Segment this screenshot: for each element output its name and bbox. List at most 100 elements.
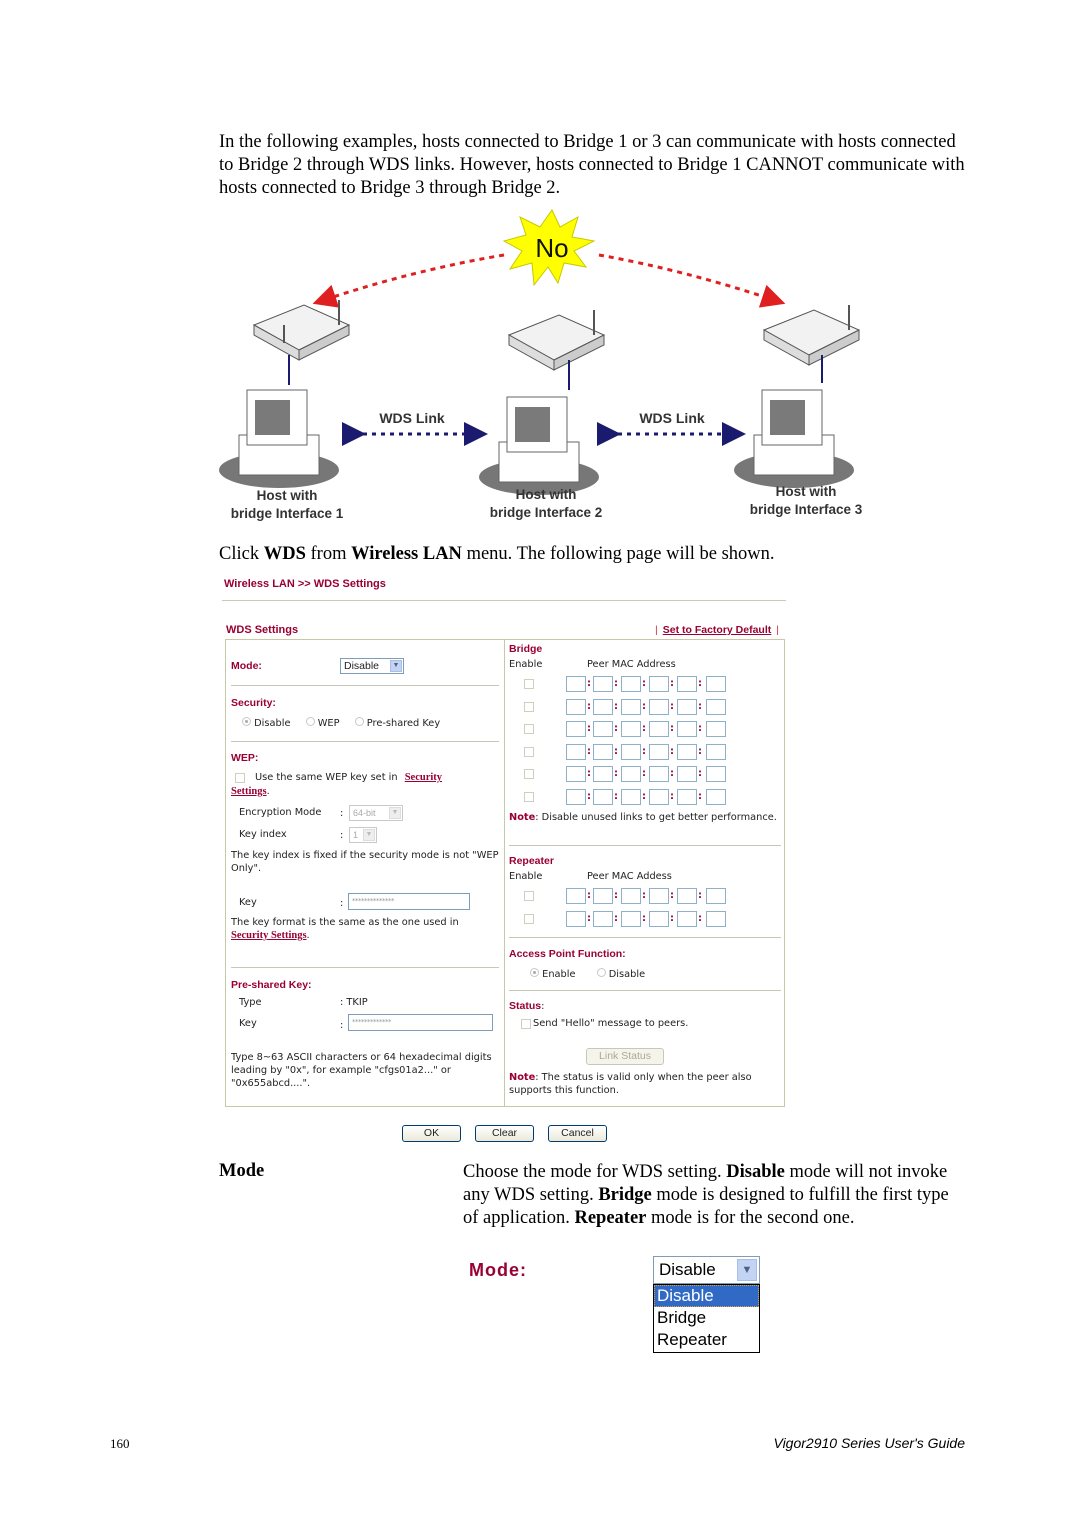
bridge-mac-header: Peer MAC Address [587, 659, 676, 670]
ap-radio-enable[interactable] [530, 968, 539, 977]
bridge-mac-octet-input[interactable] [677, 676, 697, 692]
bridge-mac-octet-input[interactable] [621, 676, 641, 692]
host-pc-icon-3 [734, 389, 854, 488]
bridge-mac-octet-input[interactable] [677, 721, 697, 737]
bridge-mac-octet-input[interactable] [566, 743, 586, 760]
key-index-label: Key index [239, 829, 287, 840]
security-options: Disable WEP Pre-shared Key [242, 717, 440, 729]
repeater-mac-octet-input[interactable] [593, 910, 613, 927]
repeater-mac-octet-input[interactable] [566, 888, 586, 904]
mac-separator: : [587, 745, 591, 757]
set-factory-default-link[interactable]: Set to Factory Default [663, 624, 772, 636]
bridge-mac-octet-input[interactable] [706, 698, 726, 715]
ok-button[interactable]: OK [402, 1125, 461, 1142]
bridge-mac-octet-input[interactable] [566, 676, 586, 692]
mode-option-repeater[interactable]: Repeater [654, 1329, 759, 1351]
security-settings-link[interactable]: Settings [231, 786, 267, 797]
link-status-button[interactable]: Link Status [586, 1048, 664, 1065]
mode-option-bridge[interactable]: Bridge [654, 1307, 759, 1329]
repeater-mac-octet-input[interactable] [677, 910, 697, 927]
bridge-mac-octet-input[interactable] [677, 788, 697, 805]
host3-label-line1: Host with [776, 484, 837, 499]
bridge-mac-octet-input[interactable] [706, 788, 726, 805]
bridge-mac-octet-input[interactable] [593, 721, 613, 737]
bridge-mac-octet-input[interactable] [566, 721, 586, 737]
bridge-mac-octet-input[interactable] [621, 766, 641, 782]
send-hello-text: Send "Hello" message to peers. [533, 1018, 689, 1029]
bridge-mac-octet-input[interactable] [649, 788, 669, 805]
bridge-mac-octet-input[interactable] [706, 766, 726, 782]
bridge-enable-checkbox[interactable] [524, 724, 534, 734]
security-label: Security: [231, 697, 276, 709]
security-radio-disable[interactable] [242, 717, 251, 726]
repeater-enable-checkbox[interactable] [524, 913, 534, 924]
bridge-mac-octet-input[interactable] [621, 743, 641, 760]
repeater-mac-octet-input[interactable] [593, 888, 613, 904]
repeater-mac-octet-input[interactable] [566, 910, 586, 927]
bridge-mac-octet-input[interactable] [566, 698, 586, 715]
bridge-mac-octet-input[interactable] [593, 766, 613, 782]
mac-separator: : [642, 745, 646, 757]
mac-separator: : [642, 912, 646, 924]
bridge-mac-octet-input[interactable] [649, 743, 669, 760]
mode-dropdown-select[interactable]: Disable ▼ [653, 1256, 760, 1284]
radio-label: Enable [542, 969, 576, 980]
repeater-mac-octet-input[interactable] [621, 888, 641, 904]
ap-radio-disable[interactable] [596, 968, 606, 977]
key-format-note: The key format is the same as the one us… [231, 917, 459, 928]
wep-key-input[interactable]: ************** [348, 893, 470, 910]
bridge-mac-octet-input[interactable] [649, 721, 669, 737]
bridge-mac-octet-input[interactable] [706, 721, 726, 737]
repeater-mac-octet-input[interactable] [706, 910, 726, 927]
bridge-mac-octet-input[interactable] [649, 676, 669, 692]
bridge-mac-octet-input[interactable] [677, 698, 697, 715]
security-radio-psk[interactable] [354, 717, 364, 726]
repeater-enable-checkbox[interactable] [524, 891, 534, 901]
separator: | [776, 624, 779, 636]
bridge-mac-octet-input[interactable] [706, 676, 726, 692]
bridge-mac-octet-input[interactable] [649, 698, 669, 715]
bridge-mac-octet-input[interactable] [566, 766, 586, 782]
bridge-mac-octet-input[interactable] [706, 743, 726, 760]
repeater-mac-octet-input[interactable] [649, 910, 669, 927]
bridge-mac-octet-input[interactable] [593, 698, 613, 715]
mode-option-disable[interactable]: Disable [654, 1285, 759, 1307]
repeater-mac-octet-input[interactable] [706, 888, 726, 904]
security-radio-wep[interactable] [305, 717, 315, 726]
text: Click [219, 544, 264, 564]
bridge-enable-checkbox[interactable] [524, 701, 534, 712]
repeater-mac-octet-input[interactable] [677, 888, 697, 904]
status-label: Status [509, 1000, 542, 1012]
mac-separator: : [587, 768, 591, 779]
separator: | [655, 624, 658, 636]
bridge-mac-octet-input[interactable] [566, 788, 586, 805]
cancel-button[interactable]: Cancel [548, 1125, 607, 1142]
key-index-select[interactable]: 1 ▼ [349, 827, 377, 843]
security-settings-link[interactable]: Security [405, 772, 442, 783]
bridge-mac-octet-input[interactable] [677, 766, 697, 782]
send-hello-checkbox[interactable] [521, 1019, 531, 1029]
security-settings-link[interactable]: Security Settings [231, 930, 307, 941]
bridge-mac-octet-input[interactable] [621, 698, 641, 715]
bridge-enable-checkbox[interactable] [524, 769, 534, 779]
bridge-mac-octet-input[interactable] [593, 788, 613, 805]
encryption-mode-select[interactable]: 64-bit ▼ [349, 805, 403, 821]
repeater-mac-octet-input[interactable] [621, 910, 641, 927]
bridge-mac-octet-input[interactable] [593, 676, 613, 692]
bridge-enable-checkbox[interactable] [524, 791, 534, 802]
bridge-mac-octet-input[interactable] [677, 743, 697, 760]
bridge-enable-checkbox[interactable] [524, 746, 534, 757]
mode-select[interactable]: Disable ▼ [340, 658, 404, 674]
bridge-enable-checkbox[interactable] [524, 679, 534, 689]
repeater-mac-octet-input[interactable] [649, 888, 669, 904]
bridge-mac-octet-input[interactable] [649, 766, 669, 782]
clear-button[interactable]: Clear [475, 1125, 534, 1142]
mac-separator: : [614, 745, 618, 757]
bridge-mac-octet-input[interactable] [621, 788, 641, 805]
bridge-mac-octet-input[interactable] [621, 721, 641, 737]
wep-same-key-checkbox[interactable] [235, 773, 245, 783]
text: Use the same WEP key set in [255, 772, 398, 783]
bridge-mac-octet-input[interactable] [593, 743, 613, 760]
psk-key-input[interactable]: ************* [348, 1014, 493, 1031]
host2-label-line2: bridge Interface 2 [490, 505, 603, 520]
